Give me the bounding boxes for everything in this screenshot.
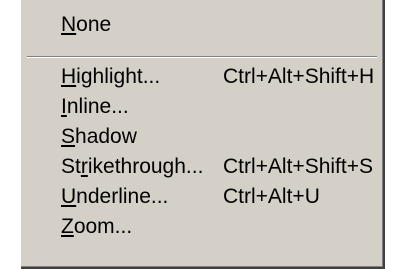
menu-item-shortcut: Ctrl+Alt+U — [223, 185, 320, 208]
menu-item-label: Underline... — [61, 185, 169, 208]
menu-item-label: None — [61, 13, 112, 36]
menu-item-shortcut: Ctrl+Alt+Shift+H — [223, 65, 375, 88]
menu-item-label: Inline... — [61, 95, 129, 118]
menu-item-label: Strikethrough... — [61, 155, 204, 178]
menu-item-shortcut: Ctrl+Alt+Shift+S — [223, 155, 373, 178]
menu-item-label: Zoom... — [61, 215, 133, 238]
menu-separator — [27, 56, 377, 58]
menu-item-highlight[interactable]: Highlight... Ctrl+Alt+Shift+H — [21, 62, 374, 92]
menu-item-label: Shadow — [61, 125, 137, 148]
menu-item-inline[interactable]: Inline... — [21, 92, 361, 122]
menu-item-zoom[interactable]: Zoom... — [21, 212, 361, 242]
menu-item-label: Highlight... — [61, 65, 161, 88]
menu-item-none[interactable]: None — [21, 10, 361, 40]
menu-item-shadow[interactable]: Shadow — [21, 122, 361, 152]
context-menu: None Highlight... Ctrl+Alt+Shift+H Inlin… — [21, 0, 385, 269]
menu-item-strikethrough[interactable]: Strikethrough... Ctrl+Alt+Shift+S — [21, 152, 373, 182]
menu-item-underline[interactable]: Underline... Ctrl+Alt+U — [21, 182, 361, 212]
